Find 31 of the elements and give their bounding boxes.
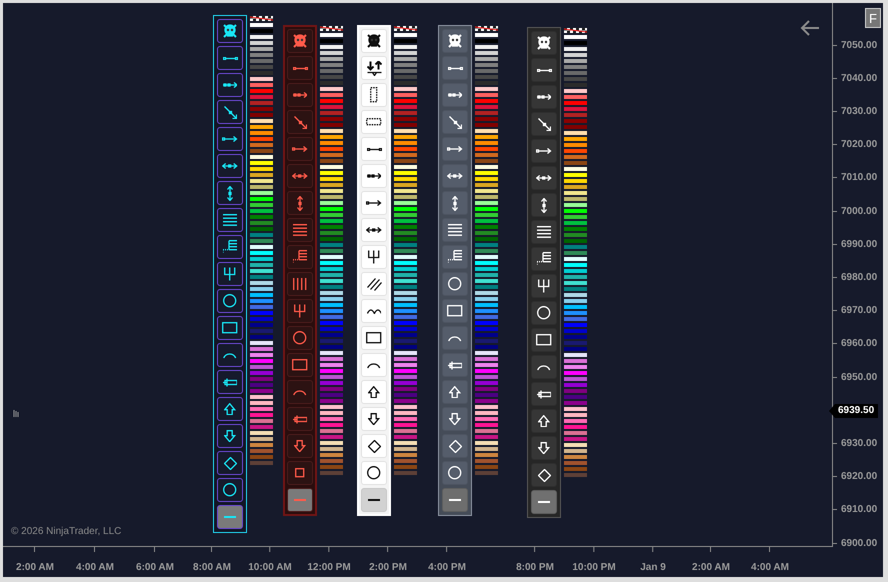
time-label: 2:00 PM	[369, 561, 407, 575]
f-button[interactable]: F	[865, 8, 881, 28]
price-label: 6910.00	[841, 503, 878, 518]
time-label: 6:00 AM	[136, 561, 174, 575]
price-marker: 6939.50	[829, 404, 878, 418]
price-label: 6900.00	[841, 536, 878, 550]
price-label: 7050.00	[841, 38, 878, 52]
copyright-text: © 2026 NinjaTrader, LLC	[11, 525, 122, 539]
price-label: 7010.00	[841, 171, 878, 186]
time-label: 10:00 PM	[572, 561, 616, 575]
price-label: 6920.00	[841, 470, 878, 484]
time-label: 4:00 PM	[428, 561, 466, 575]
price-label: 7030.00	[841, 104, 878, 119]
time-label: 2:00 AM	[692, 561, 730, 575]
price-label: 6980.00	[841, 270, 878, 285]
time-label: Jan 9	[640, 561, 666, 575]
time-label: 8:00 PM	[516, 561, 554, 575]
price-label: 6960.00	[841, 337, 878, 352]
time-label: 4:00 AM	[751, 561, 789, 575]
price-label: 7020.00	[841, 138, 878, 152]
time-label: 2:00 AM	[16, 561, 54, 575]
time-label: 12:00 PM	[307, 561, 351, 575]
price-label: 7000.00	[841, 204, 878, 218]
time-label: 4:00 AM	[76, 561, 114, 575]
price-label: 6970.00	[841, 304, 878, 318]
price-label: 6950.00	[841, 370, 878, 384]
price-label: 7040.00	[841, 72, 878, 86]
price-label: 6930.00	[841, 436, 878, 451]
time-label: 10:00 AM	[248, 561, 292, 575]
price-label: 6990.00	[841, 238, 878, 252]
time-label: 8:00 AM	[193, 561, 231, 575]
